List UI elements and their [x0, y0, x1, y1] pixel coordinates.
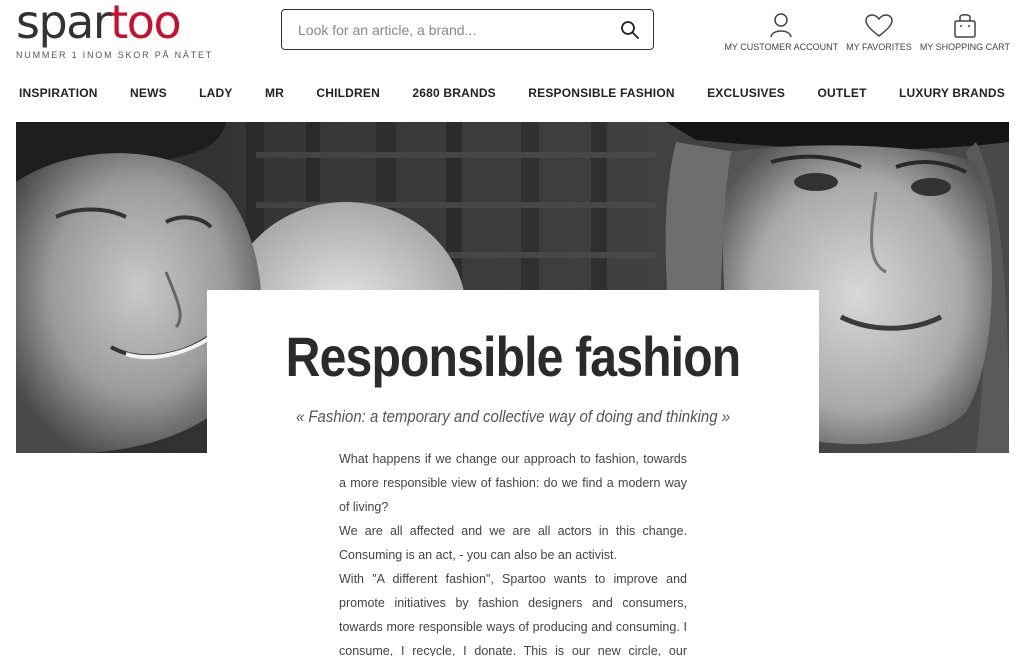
- shopping-cart-link[interactable]: MY SHOPPING CART: [920, 10, 1010, 52]
- heart-icon: [865, 10, 893, 38]
- nav-item-brands[interactable]: 2680 BRANDS: [412, 86, 496, 100]
- intro-text: What happens if we change our approach t…: [339, 447, 687, 656]
- customer-account-label: MY CUSTOMER ACCOUNT: [724, 42, 839, 52]
- main-navigation: INSPIRATION NEWS LADY MR CHILDREN 2680 B…: [0, 86, 1024, 100]
- shopping-cart-label: MY SHOPPING CART: [919, 42, 1010, 52]
- nav-item-outlet[interactable]: OUTLET: [817, 86, 866, 100]
- hero-quote: « Fashion: a temporary and collective wa…: [295, 407, 731, 426]
- intro-paragraph-2: We are all affected and we are all actor…: [339, 524, 687, 562]
- hero-content-card: Responsible fashion « Fashion: a tempora…: [207, 290, 819, 656]
- customer-account-link[interactable]: MY CUSTOMER ACCOUNT: [724, 10, 838, 52]
- nav-item-inspiration[interactable]: INSPIRATION: [19, 86, 98, 100]
- nav-item-mr[interactable]: MR: [265, 86, 284, 100]
- intro-paragraph-1: What happens if we change our approach t…: [339, 452, 687, 514]
- user-icon: [769, 10, 793, 38]
- account-links: MY CUSTOMER ACCOUNT MY FAVORITES MY SHOP…: [724, 10, 1010, 52]
- favorites-link[interactable]: MY FAVORITES: [846, 10, 912, 52]
- site-logo[interactable]: spartoo NUMMER 1 INOM SKOR PÅ NÄTET: [16, 0, 213, 60]
- logo-wordmark: spartoo: [16, 0, 182, 49]
- search-icon[interactable]: [619, 19, 641, 41]
- logo-tagline: NUMMER 1 INOM SKOR PÅ NÄTET: [16, 50, 214, 60]
- intro-paragraph-3: With "A different fashion", Spartoo want…: [339, 572, 687, 656]
- search-input[interactable]: [298, 21, 619, 38]
- favorites-label: MY FAVORITES: [846, 42, 912, 52]
- shopping-bag-icon: [953, 10, 977, 38]
- nav-item-exclusives[interactable]: EXCLUSIVES: [707, 86, 785, 100]
- nav-item-news[interactable]: NEWS: [130, 86, 167, 100]
- nav-item-lady[interactable]: LADY: [199, 86, 232, 100]
- search-box[interactable]: [281, 9, 654, 50]
- nav-item-children[interactable]: CHILDREN: [316, 86, 380, 100]
- page-title: Responsible fashion: [285, 325, 741, 388]
- nav-item-luxury-brands[interactable]: LUXURY BRANDS: [899, 86, 1005, 100]
- nav-item-responsible-fashion[interactable]: RESPONSIBLE FASHION: [528, 86, 675, 100]
